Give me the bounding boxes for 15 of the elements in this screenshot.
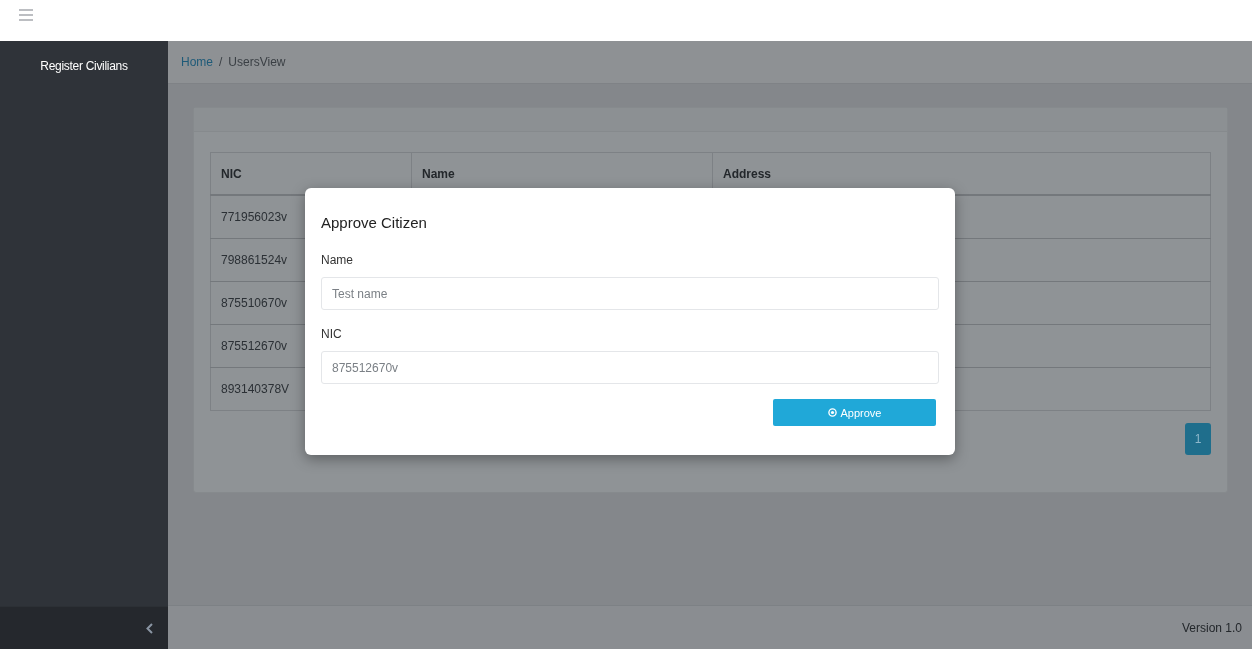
page-button[interactable]: 1	[1185, 423, 1211, 455]
approve-button[interactable]: Approve	[773, 399, 936, 426]
field-label: Name	[321, 253, 354, 267]
field-label: NIC	[321, 327, 343, 341]
circle-dot-icon	[827, 408, 837, 417]
sidebar-collapse-button[interactable]	[0, 606, 168, 649]
input-field[interactable]: 875512670v	[321, 351, 939, 384]
menu-icon[interactable]	[19, 9, 33, 21]
sidebar-item[interactable]: Register Civilians	[0, 41, 168, 82]
chevron-left-icon	[146, 622, 153, 634]
breadcrumb-separator: /	[219, 55, 223, 69]
breadcrumb-current: UsersView	[228, 55, 286, 69]
version-label: Version 1.0	[1181, 620, 1242, 635]
breadcrumb-link[interactable]: Home	[181, 55, 213, 69]
input-field[interactable]: Test name	[321, 277, 939, 310]
